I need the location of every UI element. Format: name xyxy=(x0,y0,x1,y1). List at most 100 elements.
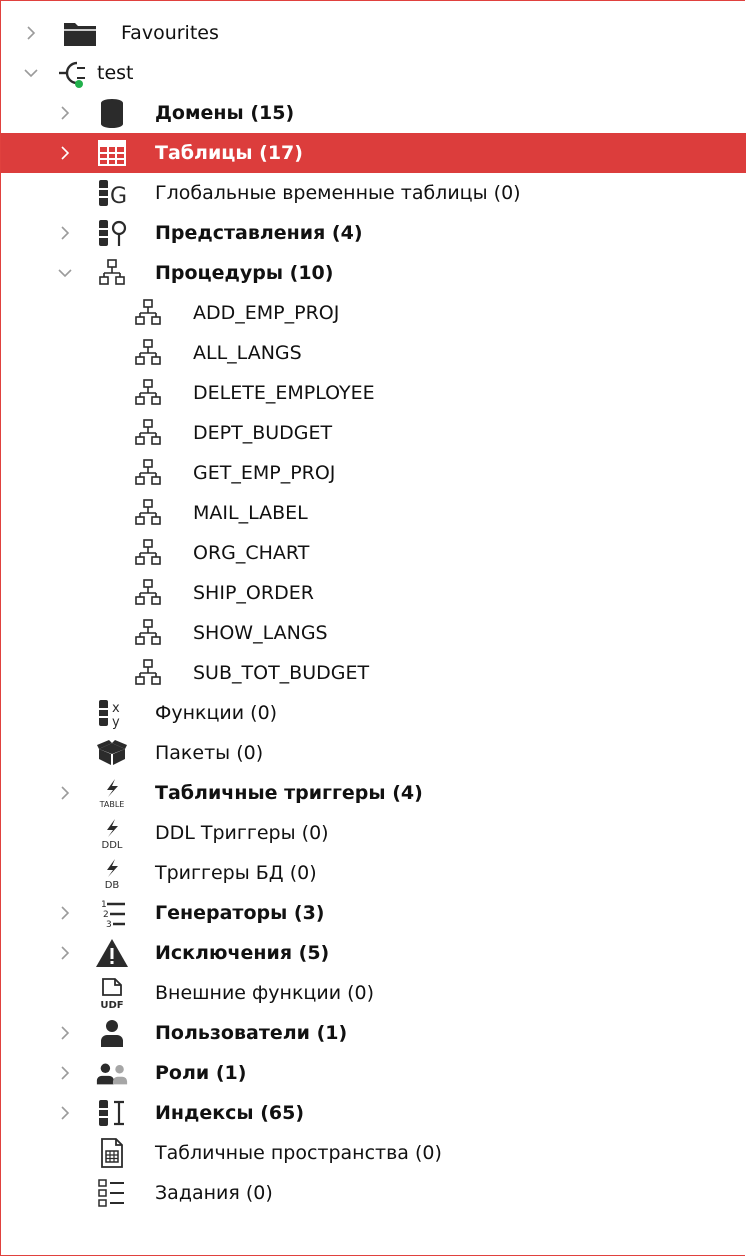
tree-node-generators[interactable]: 123 Генераторы (3) xyxy=(1,893,746,933)
tree-node-functions[interactable]: xy Функции (0) xyxy=(1,693,746,733)
roles-icon xyxy=(95,1057,129,1089)
tree-node-label: Роли (1) xyxy=(155,1062,247,1084)
tree-node-label: Процедуры (10) xyxy=(155,262,334,284)
svg-text:TABLE: TABLE xyxy=(99,800,125,809)
chevron-right-icon[interactable] xyxy=(55,1093,75,1133)
tree-node-indices[interactable]: Индексы (65) xyxy=(1,1093,746,1133)
tree-node-views[interactable]: Представления (4) xyxy=(1,213,746,253)
tree-node-label: Таблицы (17) xyxy=(155,142,303,164)
procedure-item-label: ALL_LANGS xyxy=(193,342,302,364)
procedure-icon xyxy=(95,257,129,289)
tree-node-label: test xyxy=(97,62,134,84)
tree-node-db-triggers[interactable]: DB Триггеры БД (0) xyxy=(1,853,746,893)
global-temp-table-icon: G xyxy=(95,177,129,209)
tree-node-exceptions[interactable]: Исключения (5) xyxy=(1,933,746,973)
tree-node-label: Индексы (65) xyxy=(155,1102,305,1124)
procedure-item[interactable]: MAIL_LABEL xyxy=(1,493,746,533)
tree-node-jobs[interactable]: Задания (0) xyxy=(1,1173,746,1213)
table-icon xyxy=(95,137,129,169)
tree-node-procedures[interactable]: Процедуры (10) xyxy=(1,253,746,293)
tree-node-label: Генераторы (3) xyxy=(155,902,325,924)
procedure-icon xyxy=(131,577,165,609)
tree-node-label: Пользователи (1) xyxy=(155,1022,348,1044)
procedure-item-label: SHIP_ORDER xyxy=(193,582,314,604)
procedure-item[interactable]: ADD_EMP_PROJ xyxy=(1,293,746,333)
procedure-icon xyxy=(131,657,165,689)
procedure-item[interactable]: GET_EMP_PROJ xyxy=(1,453,746,493)
tree-node-roles[interactable]: Роли (1) xyxy=(1,1053,746,1093)
svg-text:3: 3 xyxy=(106,920,112,929)
tree-node-packages[interactable]: Пакеты (0) xyxy=(1,733,746,773)
procedure-item-label: SUB_TOT_BUDGET xyxy=(193,662,370,684)
procedure-icon xyxy=(131,457,165,489)
svg-text:DB: DB xyxy=(105,880,120,889)
tree-node-label: Глобальные временные таблицы (0) xyxy=(155,182,521,204)
procedure-icon xyxy=(131,377,165,409)
svg-text:DDL: DDL xyxy=(102,840,123,849)
tree-node-label: Задания (0) xyxy=(155,1182,273,1204)
tree-node-label: Табличные триггеры (4) xyxy=(155,782,423,804)
plug-connected-icon xyxy=(57,57,91,89)
procedure-item[interactable]: SHOW_LANGS xyxy=(1,613,746,653)
db-trigger-icon: DB xyxy=(95,857,129,889)
chevron-right-icon[interactable] xyxy=(55,773,75,813)
chevron-right-icon[interactable] xyxy=(55,133,75,173)
chevron-right-icon[interactable] xyxy=(55,933,75,973)
tree-node-connection[interactable]: test xyxy=(1,53,746,93)
tree-node-label: Табличные пространства (0) xyxy=(155,1142,442,1164)
procedure-item[interactable]: SHIP_ORDER xyxy=(1,573,746,613)
tree-node-label: Исключения (5) xyxy=(155,942,330,964)
svg-text:G: G xyxy=(110,184,127,209)
udf-icon: UDF xyxy=(95,977,129,1009)
chevron-right-icon[interactable] xyxy=(21,13,41,53)
tree-node-label: Favourites xyxy=(121,22,219,44)
tree-node-tables[interactable]: Таблицы (17) xyxy=(1,133,746,173)
svg-text:1: 1 xyxy=(101,900,107,910)
chevron-right-icon[interactable] xyxy=(55,93,75,133)
procedure-icon xyxy=(131,337,165,369)
ddl-trigger-icon: DDL xyxy=(95,817,129,849)
tree-node-label: Функции (0) xyxy=(155,702,278,724)
tree-node-label: Внешние функции (0) xyxy=(155,982,375,1004)
tree-node-domains[interactable]: Домены (15) xyxy=(1,93,746,133)
tablespace-icon xyxy=(95,1137,129,1169)
function-icon: xy xyxy=(95,697,129,729)
tree-node-tablespaces[interactable]: Табличные пространства (0) xyxy=(1,1133,746,1173)
tree-node-label: Триггеры БД (0) xyxy=(155,862,317,884)
chevron-right-icon[interactable] xyxy=(55,1053,75,1093)
procedure-icon xyxy=(131,297,165,329)
procedure-item[interactable]: ALL_LANGS xyxy=(1,333,746,373)
tree-node-udf[interactable]: UDF Внешние функции (0) xyxy=(1,973,746,1013)
database-navigator-tree: Favourites test Домены (15) Таблицы (17) xyxy=(0,0,746,1256)
procedure-item[interactable]: DELETE_EMPLOYEE xyxy=(1,373,746,413)
procedure-icon xyxy=(131,537,165,569)
procedure-item[interactable]: DEPT_BUDGET xyxy=(1,413,746,453)
chevron-right-icon[interactable] xyxy=(55,893,75,933)
procedure-item[interactable]: SUB_TOT_BUDGET xyxy=(1,653,746,693)
svg-text:y: y xyxy=(112,715,120,729)
procedure-item-label: GET_EMP_PROJ xyxy=(193,462,336,484)
procedure-item[interactable]: ORG_CHART xyxy=(1,533,746,573)
package-icon xyxy=(95,737,129,769)
user-icon xyxy=(95,1017,129,1049)
procedure-item-label: ORG_CHART xyxy=(193,542,310,564)
procedure-item-label: ADD_EMP_PROJ xyxy=(193,302,340,324)
procedure-icon xyxy=(131,417,165,449)
table-trigger-icon: TABLE xyxy=(95,777,129,809)
tree-node-label: Домены (15) xyxy=(155,102,295,124)
tree-node-favourites[interactable]: Favourites xyxy=(1,13,746,53)
jobs-icon xyxy=(95,1177,129,1209)
chevron-down-icon[interactable] xyxy=(21,53,41,93)
svg-text:2: 2 xyxy=(103,910,109,920)
tree-node-users[interactable]: Пользователи (1) xyxy=(1,1013,746,1053)
index-icon xyxy=(95,1097,129,1129)
procedure-icon xyxy=(131,617,165,649)
chevron-down-icon[interactable] xyxy=(55,253,75,293)
procedure-item-label: DEPT_BUDGET xyxy=(193,422,333,444)
tree-node-table-triggers[interactable]: TABLE Табличные триггеры (4) xyxy=(1,773,746,813)
chevron-right-icon[interactable] xyxy=(55,213,75,253)
chevron-right-icon[interactable] xyxy=(55,1013,75,1053)
tree-node-global-temp-tables[interactable]: G Глобальные временные таблицы (0) xyxy=(1,173,746,213)
tree-node-ddl-triggers[interactable]: DDL DDL Триггеры (0) xyxy=(1,813,746,853)
tree-node-label: DDL Триггеры (0) xyxy=(155,822,329,844)
